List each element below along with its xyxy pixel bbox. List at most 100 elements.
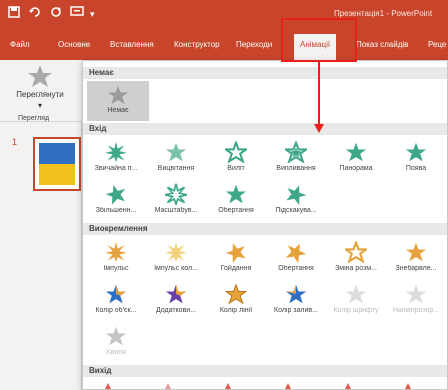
- presenter-icon[interactable]: [70, 6, 84, 21]
- item-label: Гойдання: [220, 265, 252, 272]
- item-label: Виліт: [227, 165, 245, 172]
- gallery-item-float-in[interactable]: Випливання: [265, 137, 327, 179]
- gallery-item-turn[interactable]: Обертання: [205, 179, 267, 221]
- star-icon: [286, 185, 307, 205]
- star-burst-icon: [105, 241, 127, 263]
- title-bar: ▾ Презентація1 - PowerPoint: [0, 0, 448, 30]
- item-label: Колір лінії: [219, 307, 253, 314]
- tab-slideshow[interactable]: Показ слайдів: [356, 40, 408, 49]
- redo-icon[interactable]: [50, 6, 62, 21]
- gallery-item-zoom[interactable]: Збільшенн...: [85, 179, 147, 221]
- gallery-item-appear[interactable]: Звичайна п...: [85, 137, 147, 179]
- gallery-item-bounce[interactable]: Підскакува...: [265, 179, 327, 221]
- item-label: Імпульс: [103, 265, 129, 272]
- star-icon: [405, 284, 427, 304]
- item-label: Колір шрифту: [333, 307, 379, 314]
- gallery-item-none[interactable]: Немає: [87, 81, 149, 121]
- gallery-item-wave[interactable]: Хвиля: [85, 321, 147, 363]
- gallery-item-transparency[interactable]: Напівпрозор...: [385, 279, 447, 321]
- item-label: Зміна розм...: [335, 265, 377, 272]
- item-label: Хвиля: [105, 349, 127, 356]
- gallery-item-spin[interactable]: Обертання: [265, 237, 327, 279]
- gallery-item-object-color[interactable]: Колір об'єк...: [85, 279, 147, 321]
- section-none-header: Немає: [83, 67, 447, 79]
- highlight-box: [281, 18, 357, 62]
- star-icon: [225, 243, 246, 263]
- item-label: Збільшенн...: [95, 207, 137, 214]
- section-entrance-header: Вхід: [83, 123, 447, 135]
- tab-file[interactable]: Файл: [10, 40, 30, 49]
- undo-icon[interactable]: [28, 6, 44, 21]
- arrow-head: [314, 124, 324, 133]
- star-icon: [28, 65, 52, 87]
- star-burst-icon: [165, 183, 187, 205]
- star-icon: [108, 85, 128, 105]
- star-outline-icon: [285, 141, 307, 163]
- gallery-item-complementary[interactable]: Додаткови...: [145, 279, 207, 321]
- slide-thumbnail[interactable]: [33, 137, 81, 191]
- star-icon: [105, 326, 127, 346]
- preview-label: Переглянути: [16, 90, 64, 99]
- item-label: Імпульс кол...: [154, 265, 198, 272]
- gallery-item-desaturate[interactable]: Знебарвле...: [385, 237, 447, 279]
- item-label: Вицвітання: [157, 165, 195, 172]
- tab-review[interactable]: Реце: [428, 40, 446, 49]
- flag-image: [39, 143, 75, 185]
- gallery-item-line-color[interactable]: Колір лінії: [205, 279, 267, 321]
- gallery-item-color-pulse[interactable]: Імпульс кол...: [145, 237, 207, 279]
- star-icon: [285, 243, 307, 263]
- item-label: Випливання: [276, 165, 316, 172]
- exit-row-partial: [83, 379, 447, 389]
- tab-home[interactable]: Основне: [58, 40, 90, 49]
- item-label: Панорама: [339, 165, 373, 172]
- tab-insert[interactable]: Вставлення: [110, 40, 154, 49]
- item-label: Звичайна п...: [94, 165, 138, 172]
- gallery-item-pulse[interactable]: Імпульс: [85, 237, 147, 279]
- item-label: Обертання: [218, 207, 254, 214]
- star-icon: [345, 142, 367, 162]
- tab-transitions[interactable]: Переходи: [236, 40, 272, 49]
- section-exit-header: Вихід: [83, 365, 447, 377]
- star-icon: [165, 142, 187, 162]
- preview-group-label: Перегляд: [18, 115, 50, 122]
- gallery-item-wipe[interactable]: Поява: [385, 137, 447, 179]
- item-label: Підскакува...: [275, 207, 317, 214]
- tab-design[interactable]: Конструктор: [174, 40, 220, 49]
- chevron-down-icon[interactable]: ▾: [4, 101, 76, 110]
- preview-button[interactable]: Переглянути ▾: [4, 64, 76, 114]
- star-icon: [405, 142, 427, 162]
- arrow-line: [318, 60, 320, 126]
- slide-number: 1: [12, 137, 18, 147]
- item-label: Напівпрозор...: [392, 307, 440, 314]
- star-icon: [165, 284, 187, 304]
- gallery-item-grow-shrink[interactable]: Зміна розм...: [325, 237, 387, 279]
- animation-gallery: Немає Немає Вхід Звичайна п... Вицвітанн…: [82, 60, 448, 390]
- item-label: Масштабув...: [154, 207, 198, 214]
- ribbon-tabs: Файл Основне Вставлення Конструктор Пере…: [0, 30, 448, 60]
- item-label: Колір об'єк...: [95, 307, 137, 314]
- star-burst-icon: [165, 241, 187, 263]
- save-icon[interactable]: [8, 6, 20, 21]
- item-label: Колір залив...: [274, 307, 318, 314]
- gallery-item-fade[interactable]: Вицвітання: [145, 137, 207, 179]
- item-label: Знебарвле...: [395, 265, 437, 272]
- star-icon: [405, 242, 427, 262]
- gallery-item-font-color[interactable]: Колір шрифту: [325, 279, 387, 321]
- star-icon: [225, 283, 247, 305]
- window-title: Презентація1 - PowerPoint: [334, 9, 433, 18]
- star-burst-icon: [105, 141, 127, 163]
- gallery-item-fill-color[interactable]: Колір залив...: [265, 279, 327, 321]
- gallery-item-scale[interactable]: Масштабув...: [145, 179, 207, 221]
- item-label: Немає: [107, 107, 129, 114]
- star-outline-icon: [225, 141, 247, 163]
- item-label: Обертання: [278, 265, 314, 272]
- star-icon: [105, 284, 127, 304]
- gallery-item-fly-in[interactable]: Виліт: [205, 137, 267, 179]
- customize-icon[interactable]: ▾: [90, 9, 95, 20]
- star-icon: [345, 241, 367, 263]
- gallery-item-teeter[interactable]: Гойдання: [205, 237, 267, 279]
- section-emphasis-header: Виокремлення: [83, 223, 447, 235]
- gallery-item-split[interactable]: Панорама: [325, 137, 387, 179]
- exit-icons-partial: [100, 383, 416, 389]
- star-icon: [345, 284, 367, 304]
